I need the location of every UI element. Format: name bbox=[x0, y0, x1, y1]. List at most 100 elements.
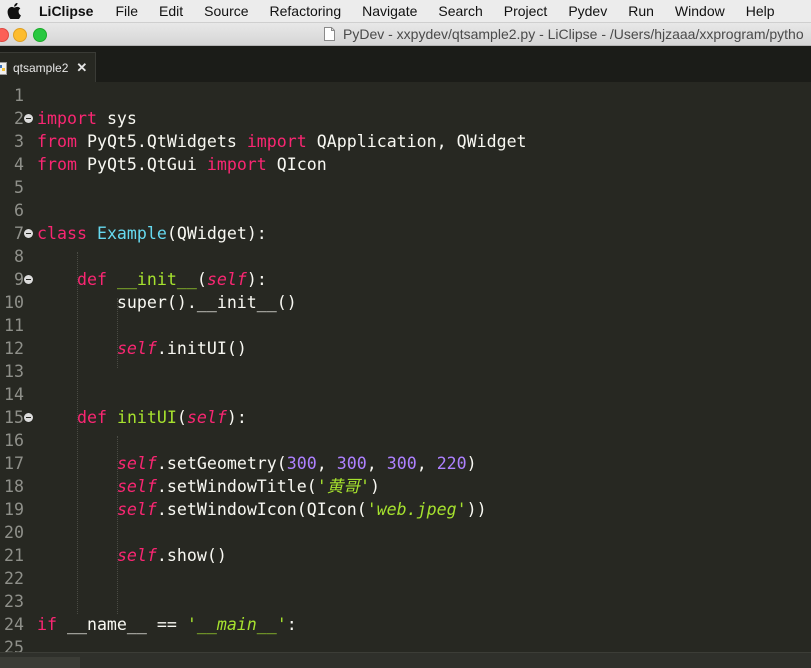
menu-navigate[interactable]: Navigate bbox=[362, 3, 417, 19]
number-literal: 220 bbox=[436, 454, 467, 473]
code-text: super().__init__() bbox=[37, 293, 297, 312]
code-line: 21 self.show() bbox=[0, 544, 811, 567]
code-token: , bbox=[366, 454, 387, 473]
line-number: 14 bbox=[4, 385, 24, 404]
code-token: ( bbox=[176, 408, 187, 427]
code-text: def initUI(self): bbox=[37, 408, 247, 427]
menu-search[interactable]: Search bbox=[438, 3, 482, 19]
keyword: from bbox=[37, 132, 77, 151]
window-minimize-button[interactable] bbox=[13, 28, 27, 42]
line-number: 1 bbox=[14, 86, 24, 105]
line-number: 15 bbox=[4, 408, 24, 427]
self-keyword: self bbox=[116, 339, 157, 358]
window-title: PyDev - xxpydev/qtsample2.py - LiClipse … bbox=[343, 26, 804, 42]
fold-toggle-icon[interactable] bbox=[24, 275, 33, 284]
line-number: 21 bbox=[4, 546, 24, 565]
line-number: 17 bbox=[4, 454, 24, 473]
menu-run[interactable]: Run bbox=[628, 3, 654, 19]
menu-refactoring[interactable]: Refactoring bbox=[270, 3, 342, 19]
self-param: self bbox=[206, 270, 247, 289]
window-title-bar: PyDev - xxpydev/qtsample2.py - LiClipse … bbox=[0, 23, 811, 46]
code-token: PyQt5.QtGui bbox=[76, 155, 207, 174]
fold-toggle-icon[interactable] bbox=[24, 413, 33, 422]
app-menu-liclipse[interactable]: LiClipse bbox=[39, 3, 93, 19]
line-number: 18 bbox=[4, 477, 24, 496]
self-keyword: self bbox=[116, 477, 157, 496]
code-token: sys bbox=[96, 109, 137, 128]
tab-label: qtsample2 bbox=[13, 61, 69, 75]
editor-tab-bar: qtsample2 ✕ bbox=[0, 46, 811, 83]
tab-qtsample2[interactable]: qtsample2 ✕ bbox=[0, 52, 96, 83]
code-token: ) bbox=[466, 454, 477, 473]
line-number: 9 bbox=[14, 270, 24, 289]
code-line: 20 bbox=[0, 521, 811, 544]
code-line: 25 bbox=[0, 636, 811, 652]
code-token: ): bbox=[226, 408, 247, 427]
line-number: 6 bbox=[14, 201, 24, 220]
menu-bar: LiClipse File Edit Source Refactoring Na… bbox=[0, 0, 811, 23]
code-token: (QWidget): bbox=[166, 224, 267, 243]
menu-edit[interactable]: Edit bbox=[159, 3, 183, 19]
code-text: self.setWindowIcon(QIcon('web.jpeg')) bbox=[37, 500, 487, 519]
keyword: import bbox=[37, 109, 97, 128]
code-token: ( bbox=[196, 270, 207, 289]
code-token: , bbox=[316, 454, 337, 473]
keyword: import bbox=[246, 132, 307, 151]
line-number: 2 bbox=[14, 109, 24, 128]
menu-pydev[interactable]: Pydev bbox=[568, 3, 607, 19]
self-param: self bbox=[186, 408, 227, 427]
string-literal: '__main__' bbox=[186, 615, 287, 634]
self-keyword: self bbox=[116, 546, 157, 565]
function-name: initUI bbox=[116, 408, 177, 427]
line-number: 8 bbox=[14, 247, 24, 266]
code-text: self.show() bbox=[37, 546, 227, 565]
self-keyword: self bbox=[116, 500, 157, 519]
code-line: 23 bbox=[0, 590, 811, 613]
fold-toggle-icon[interactable] bbox=[24, 114, 33, 123]
code-token: ): bbox=[246, 270, 267, 289]
line-number: 11 bbox=[4, 316, 24, 335]
code-text: self.setGeometry(300, 300, 300, 220) bbox=[37, 454, 477, 473]
bottom-panel-tab[interactable] bbox=[0, 657, 80, 668]
code-line: 19 self.setWindowIcon(QIcon('web.jpeg')) bbox=[0, 498, 811, 521]
code-token: .initUI() bbox=[156, 339, 247, 358]
apple-logo-icon[interactable] bbox=[7, 2, 25, 20]
keyword: from bbox=[37, 155, 77, 174]
code-line: 3 from PyQt5.QtWidgets import QApplicati… bbox=[0, 130, 811, 153]
menu-file[interactable]: File bbox=[115, 3, 138, 19]
keyword: def bbox=[76, 408, 107, 427]
function-name: __init__ bbox=[116, 270, 197, 289]
code-token: .setWindowTitle( bbox=[156, 477, 317, 496]
menu-source[interactable]: Source bbox=[204, 3, 248, 19]
tab-close-icon[interactable]: ✕ bbox=[76, 60, 87, 76]
line-number: 20 bbox=[4, 523, 24, 542]
line-number: 25 bbox=[4, 638, 24, 652]
code-text: self.setWindowTitle('黄哥') bbox=[37, 477, 380, 496]
document-icon bbox=[324, 27, 335, 41]
code-token: .setWindowIcon(QIcon( bbox=[156, 500, 367, 519]
code-line: 7 class Example(QWidget): bbox=[0, 222, 811, 245]
line-number: 13 bbox=[4, 362, 24, 381]
self-keyword: self bbox=[116, 454, 157, 473]
line-number: 24 bbox=[4, 615, 24, 634]
menu-project[interactable]: Project bbox=[504, 3, 548, 19]
line-number: 7 bbox=[14, 224, 24, 243]
code-text: from PyQt5.QtGui import QIcon bbox=[37, 155, 327, 174]
menu-window[interactable]: Window bbox=[675, 3, 725, 19]
menu-help[interactable]: Help bbox=[746, 3, 775, 19]
code-line: 18 self.setWindowTitle('黄哥') bbox=[0, 475, 811, 498]
code-editor[interactable]: 1 2 import sys 3 from PyQt5.QtWidgets im… bbox=[0, 82, 811, 652]
code-line: 22 bbox=[0, 567, 811, 590]
fold-toggle-icon[interactable] bbox=[24, 229, 33, 238]
window-close-button[interactable] bbox=[0, 28, 9, 42]
code-line: 4 from PyQt5.QtGui import QIcon bbox=[0, 153, 811, 176]
window-zoom-button[interactable] bbox=[33, 28, 47, 42]
code-line: 6 bbox=[0, 199, 811, 222]
code-line: 11 bbox=[0, 314, 811, 337]
